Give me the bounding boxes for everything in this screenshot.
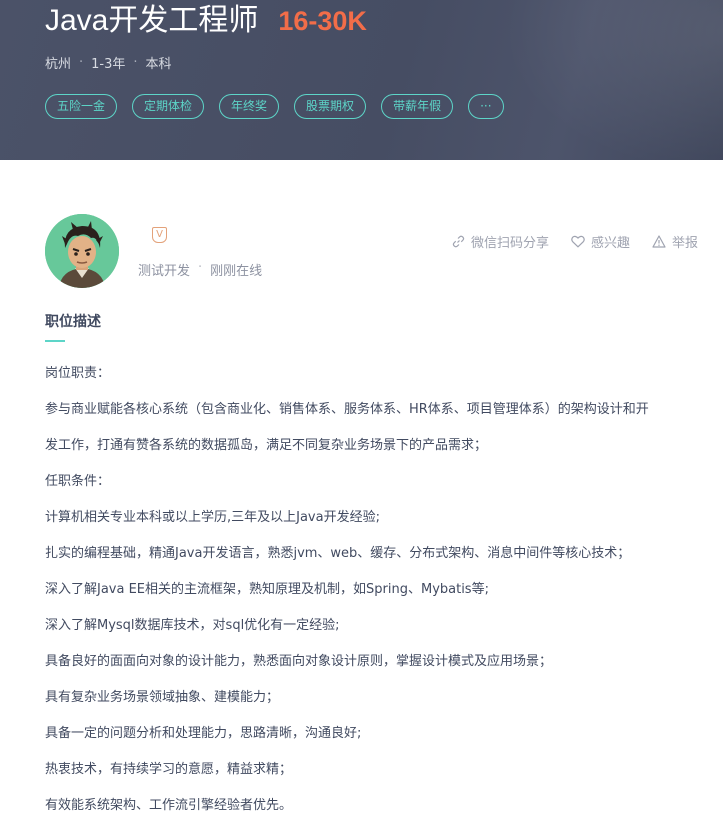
benefit-tag: 股票期权 xyxy=(294,94,367,119)
recruiter-separator: · xyxy=(198,260,203,275)
job-actions: 微信扫码分享 感兴趣 举报 xyxy=(430,232,698,251)
avatar-illustration xyxy=(45,214,119,288)
description-line: 有效能系统架构、工作流引擎经验者优先。 xyxy=(45,798,293,813)
meta-separator: · xyxy=(133,55,138,70)
job-city: 杭州 xyxy=(45,57,72,72)
description-line: 具备一定的问题分析和处理能力，思路清晰，沟通良好; xyxy=(45,726,362,741)
link-icon xyxy=(452,235,465,248)
job-experience: 1-3年 xyxy=(91,57,126,72)
recruiter-info: 测试开发 · 刚刚在线 xyxy=(138,260,262,279)
job-header: Java开发工程师 16-30K 杭州 · 1-3年 · 本科 五险一金 定期体… xyxy=(0,0,723,160)
job-education: 本科 xyxy=(145,57,172,72)
job-description: 岗位职责： 参与商业赋能各核心系统（包含商业化、销售体系、服务体系、HR体系、项… xyxy=(45,360,705,827)
job-title: Java开发工程师 xyxy=(45,4,259,37)
job-meta: 杭州 · 1-3年 · 本科 xyxy=(45,53,172,72)
description-line: 参与商业赋能各核心系统（包含商业化、销售体系、服务体系、HR体系、项目管理体系）… xyxy=(45,402,649,417)
section-underline xyxy=(45,340,65,342)
avatar[interactable] xyxy=(45,214,119,288)
description-line: 具备良好的面面向对象的设计能力，熟悉面向对象设计原则，掌握设计模式及应用场景； xyxy=(45,654,553,669)
recruiter-position: 测试开发 xyxy=(138,264,191,279)
benefit-tag: 定期体检 xyxy=(132,94,205,119)
interest-label: 感兴趣 xyxy=(590,236,630,251)
description-line: 深入了解Mysql数据库技术，对sql优化有一定经验; xyxy=(45,618,340,633)
recruiter-status: 刚刚在线 xyxy=(210,264,263,279)
share-button[interactable]: 微信扫码分享 xyxy=(452,232,549,251)
verified-badge-icon: V xyxy=(152,227,167,243)
section-title: 职位描述 xyxy=(45,314,101,330)
description-line: 岗位职责： xyxy=(45,366,111,381)
description-line: 扎实的编程基础，精通Java开发语言，熟悉jvm、web、缓存、分布式架构、消息… xyxy=(45,546,631,561)
description-line: 热衷技术，有持续学习的意愿，精益求精； xyxy=(45,762,293,777)
description-line: 具有复杂业务场景领域抽象、建模能力； xyxy=(45,690,280,705)
meta-separator: · xyxy=(79,55,84,70)
warning-icon xyxy=(652,235,666,248)
benefit-tag: 带薪年假 xyxy=(381,94,454,119)
report-label: 举报 xyxy=(671,236,698,251)
description-line: 任职条件： xyxy=(45,474,111,489)
share-label: 微信扫码分享 xyxy=(470,236,549,251)
report-button[interactable]: 举报 xyxy=(652,232,698,251)
heart-icon xyxy=(571,235,585,248)
benefit-tag: 五险一金 xyxy=(45,94,118,119)
description-line: 计算机相关专业本科或以上学历,三年及以上Java开发经验; xyxy=(45,510,380,525)
description-line: 发工作，打通有赞各系统的数据孤岛，满足不同复杂业务场景下的产品需求； xyxy=(45,438,488,453)
interest-button[interactable]: 感兴趣 xyxy=(571,232,630,251)
benefit-tag: 年终奖 xyxy=(219,94,280,119)
header-glow xyxy=(463,0,723,160)
more-tags-button[interactable]: ··· xyxy=(468,94,504,119)
description-line: 深入了解Java EE相关的主流框架，熟知原理及机制，如Spring、Mybat… xyxy=(45,582,489,597)
title-row: Java开发工程师 16-30K xyxy=(45,0,367,42)
benefit-tags: 五险一金 定期体检 年终奖 股票期权 带薪年假 ··· xyxy=(45,94,519,119)
job-salary: 16-30K xyxy=(278,6,367,36)
